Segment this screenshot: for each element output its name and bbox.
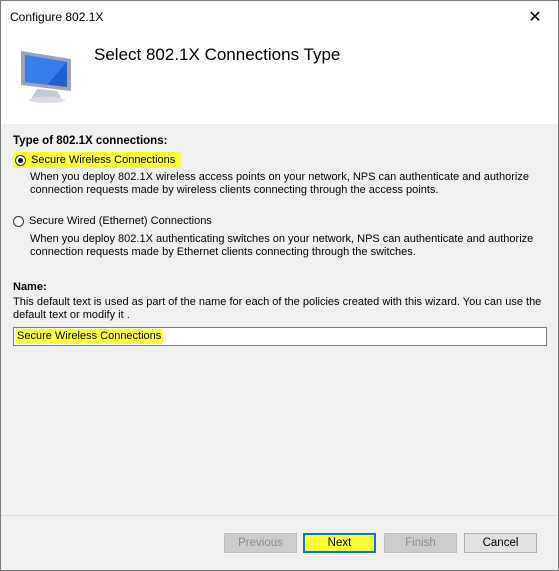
name-label: Name:	[13, 281, 47, 293]
wired-radio-button[interactable]	[13, 215, 24, 227]
name-field[interactable]: Secure Wireless Connections	[13, 327, 547, 346]
wireless-radio-option[interactable]: Secure Wireless Connections	[13, 152, 182, 168]
close-button[interactable]: ✕	[512, 1, 558, 32]
wired-radio-label: Secure Wired (Ethernet) Connections	[29, 215, 212, 227]
wireless-description: When you deploy 802.1X wireless access p…	[30, 171, 529, 196]
content-area: Type of 802.1X connections: Secure Wirel…	[1, 124, 558, 504]
cancel-button[interactable]: Cancel	[464, 533, 537, 553]
page-title: Select 802.1X Connections Type	[94, 45, 341, 64]
wired-description: When you deploy 802.1X authenticating sw…	[30, 233, 534, 258]
close-icon: ✕	[528, 8, 542, 26]
name-description: This default text is used as part of the…	[13, 296, 542, 321]
next-button[interactable]: Next	[303, 533, 376, 553]
name-field-value: Secure Wireless Connections	[15, 329, 164, 344]
finish-button[interactable]: Finish	[384, 533, 457, 553]
connection-type-heading: Type of 802.1X connections:	[13, 135, 168, 147]
title-bar: Configure 802.1X ✕	[1, 1, 558, 32]
footer-divider	[1, 515, 558, 516]
previous-button[interactable]: Previous	[224, 533, 297, 553]
wireless-radio-label: Secure Wireless Connections	[31, 154, 176, 166]
configure-8021x-dialog: Configure 802.1X ✕ Select 802.1X Connect…	[0, 0, 559, 571]
wired-radio-option[interactable]: Secure Wired (Ethernet) Connections	[13, 215, 212, 227]
window-title: Configure 802.1X	[10, 10, 104, 24]
wireless-radio-button[interactable]	[15, 154, 26, 166]
wizard-header: Select 802.1X Connections Type	[1, 32, 558, 124]
monitor-computer-icon	[21, 51, 71, 103]
